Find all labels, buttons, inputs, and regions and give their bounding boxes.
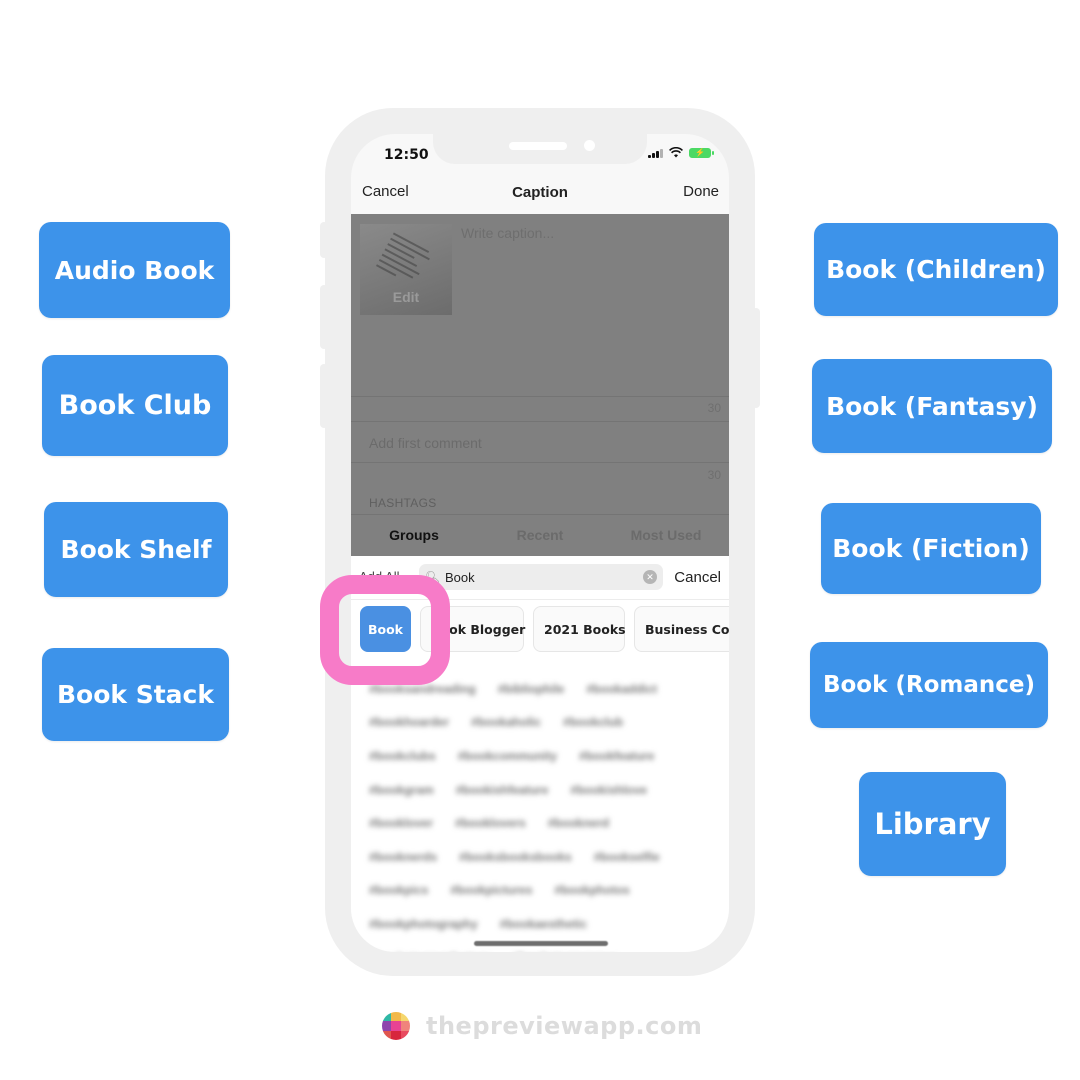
hashtag-groups-row: Book Book Blogger 2021 Books Business Co… <box>351 600 729 666</box>
group-search-bar: Add All 🔍︎ ✕ Cancel <box>351 556 729 600</box>
tab-most-used[interactable]: Most Used <box>603 515 729 556</box>
hashtag[interactable]: #bookpics <box>369 883 428 897</box>
speaker <box>509 142 567 150</box>
navbar: Cancel Caption Done <box>351 178 729 214</box>
comment-char-count: 30 <box>707 468 721 482</box>
hashtag-list: #booksandreading #bibliophile #bookaddict #… <box>351 666 729 952</box>
divider <box>351 462 729 463</box>
hashtag[interactable]: #bookhoarder <box>369 715 449 729</box>
hashtag[interactable]: #bookclub <box>563 715 623 729</box>
hashtag[interactable]: #bookstagramfeature <box>369 951 491 952</box>
page-title: Caption <box>512 184 568 201</box>
hashtag[interactable]: #bookclubs <box>369 749 436 763</box>
home-indicator <box>474 941 608 946</box>
notch <box>433 134 647 164</box>
category-button-book-stack[interactable]: Book Stack <box>42 648 229 741</box>
hashtag[interactable]: #bookcommunity <box>458 749 557 763</box>
category-button-book-romance[interactable]: Book (Romance) <box>810 642 1048 728</box>
hashtag[interactable]: #booklover <box>369 816 433 830</box>
category-button-book-club[interactable]: Book Club <box>42 355 228 456</box>
hashtag-row: #bookphotography #bookaesthetic <box>369 907 729 941</box>
phone-button-power <box>752 308 760 408</box>
first-comment-input[interactable]: Add first comment <box>369 435 482 451</box>
caption-char-count: 30 <box>707 401 721 415</box>
edit-thumbnail-button[interactable]: Edit <box>360 289 452 305</box>
hashtag[interactable]: #booksandreading <box>369 682 476 696</box>
category-button-book-fiction[interactable]: Book (Fiction) <box>821 503 1041 594</box>
tab-recent[interactable]: Recent <box>477 515 603 556</box>
hashtag[interactable]: #bookphotos <box>554 883 629 897</box>
phone-button-volume-up <box>320 285 328 349</box>
hashtag-row: #booknerds #booksbooksbooks #bookselfie <box>369 840 729 874</box>
divider <box>351 396 729 397</box>
status-time: 12:50 <box>384 147 429 163</box>
phone-button-silent <box>320 222 328 258</box>
preview-app-logo-icon <box>382 1012 410 1040</box>
brand-url: thepreviewapp.com <box>426 1012 703 1040</box>
hashtag[interactable]: #bookgram <box>369 783 434 797</box>
hashtag[interactable]: #bibliophile <box>498 682 565 696</box>
group-chip-book[interactable]: Book <box>360 606 411 652</box>
hashtag[interactable]: #bookaddict <box>586 682 657 696</box>
hashtag-row: #booklover #booklovers #booknerd <box>369 806 729 840</box>
category-button-audio-book[interactable]: Audio Book <box>39 222 230 318</box>
wifi-icon <box>669 147 683 158</box>
clear-search-icon[interactable]: ✕ <box>643 570 657 584</box>
hashtag[interactable]: #bookselfie <box>594 850 660 864</box>
group-chip-book-blogger[interactable]: Book Blogger <box>420 606 525 652</box>
thumbnail-text-lines <box>374 229 440 293</box>
hashtag-row: #booksandreading #bibliophile #bookaddict <box>369 672 729 706</box>
add-all-button[interactable]: Add All <box>359 569 399 584</box>
battery-charging-icon: ⚡ <box>689 147 714 158</box>
divider <box>351 421 729 422</box>
hashtag-row: #bookhoarder #bookaholic #bookclub <box>369 706 729 740</box>
hashtag[interactable]: #bookpictures <box>450 883 532 897</box>
hashtag[interactable]: #bookishlove <box>570 783 647 797</box>
phone-screen: 12:50 ⚡ Cancel Caption Done Edit Write c… <box>351 134 729 952</box>
hashtag[interactable]: #bookphotography <box>369 917 478 931</box>
post-thumbnail[interactable]: Edit <box>360 224 452 315</box>
hashtags-section-label: HASHTAGS <box>369 496 437 510</box>
signal-icon <box>648 148 663 158</box>
hashtag[interactable]: #bookfeature <box>579 749 654 763</box>
hashtag[interactable]: #bookaesthetic <box>500 917 587 931</box>
group-chip-business-coach[interactable]: Business Coach <box>634 606 729 652</box>
brand-footer: thepreviewapp.com <box>382 1012 702 1040</box>
category-button-book-fantasy[interactable]: Book (Fantasy) <box>812 359 1052 453</box>
category-button-book-children[interactable]: Book (Children) <box>814 223 1058 316</box>
tab-groups[interactable]: Groups <box>351 515 477 556</box>
category-button-book-shelf[interactable]: Book Shelf <box>44 502 228 597</box>
group-chip-2021-books[interactable]: 2021 Books <box>533 606 626 652</box>
hashtag[interactable]: #bookaholic <box>471 715 541 729</box>
phone-button-volume-down <box>320 364 328 428</box>
search-cancel-button[interactable]: Cancel <box>674 569 721 586</box>
hashtag-row: #bookpics #bookpictures #bookphotos <box>369 874 729 908</box>
search-icon: 🔍︎ <box>425 570 441 584</box>
hashtag[interactable]: #bookishfeature <box>456 783 549 797</box>
caption-editor-dimmed: Edit Write caption... 30 Add first comme… <box>351 214 729 556</box>
hashtag-row: #bookgram #bookishfeature #bookishlove <box>369 773 729 807</box>
search-input[interactable] <box>445 569 635 585</box>
search-field[interactable]: 🔍︎ ✕ <box>419 564 663 590</box>
category-button-library[interactable]: Library <box>859 772 1006 876</box>
hashtag[interactable]: #booksbooksbooks <box>459 850 572 864</box>
hashtag-row: #bookclubs #bookcommunity #bookfeature <box>369 739 729 773</box>
hashtag-tabs: Groups Recent Most Used <box>351 515 729 556</box>
hashtag[interactable]: #bookstagrammer <box>513 951 617 952</box>
caption-input[interactable]: Write caption... <box>461 225 554 241</box>
hashtag[interactable]: #booklovers <box>455 816 526 830</box>
done-button[interactable]: Done <box>683 183 719 200</box>
hashtag[interactable]: #booknerds <box>369 850 437 864</box>
status-icons: ⚡ <box>648 147 714 158</box>
hashtag[interactable]: #booknerd <box>548 816 609 830</box>
front-camera <box>584 140 595 151</box>
